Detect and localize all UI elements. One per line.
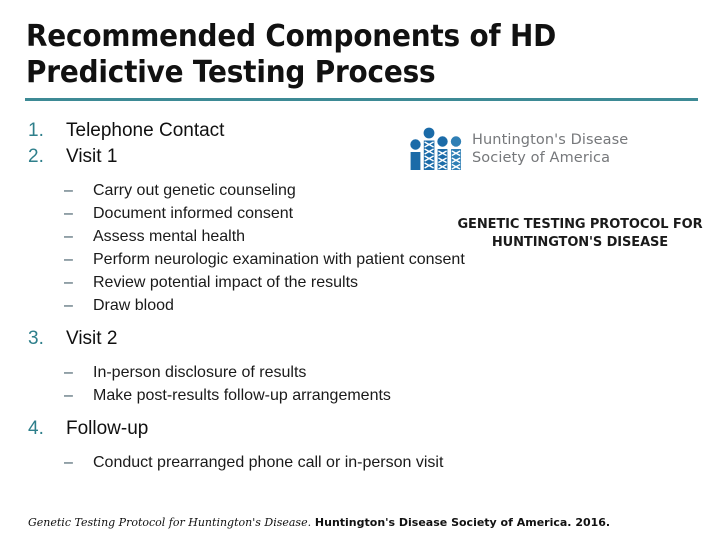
outline-item-level2: – Conduct prearranged phone call or in-pe… [0,451,720,474]
hdsa-wordmark-text: Huntington's Disease Society of America [472,132,629,166]
list-dash-marker: – [64,205,73,222]
list-dash-marker: – [64,297,73,314]
outline-item-text: Visit 1 [66,146,118,167]
outline-item-text: Carry out genetic counseling [93,182,296,199]
outline-spacer [0,442,720,451]
list-dash-marker: – [64,364,73,381]
title-divider-rule [25,98,698,101]
outline-item-text: Review potential impact of the results [93,274,359,291]
page-title: Recommended Components of HD Predictive … [26,19,566,90]
list-dash-marker: – [64,228,73,245]
list-dash-marker: – [64,274,73,291]
hdsa-logo: Huntington's Disease Society of America [408,126,638,174]
outline-item-text: Conduct prearranged phone call or in-per… [93,454,444,471]
outline-item-text: Follow-up [66,418,149,439]
outline-item-level2: – Make post-results follow-up arrangement… [0,384,720,407]
list-dash-marker: – [64,251,73,268]
outline-spacer [0,352,720,361]
hdsa-people-logo-icon [410,127,462,170]
protocol-document-heading: GENETIC TESTING PROTOCOL FOR HUNTINGTON'… [457,217,703,250]
list-number-marker: 4. [28,418,44,439]
list-dash-marker: – [64,387,73,404]
outline-spacer [0,317,720,326]
citation-title: Genetic Testing Protocol for Huntington'… [28,516,312,529]
list-dash-marker: – [64,454,73,471]
source-citation: Genetic Testing Protocol for Huntington'… [28,515,610,531]
outline-item-text: Assess mental health [93,228,246,245]
outline-item-level2: – Draw blood [0,294,720,317]
outline-item-text: Make post-results follow-up arrangements [93,387,391,404]
citation-publisher: Huntington's Disease Society of America.… [311,516,611,529]
outline-spacer [0,407,720,416]
outline-item-text: Document informed consent [93,205,294,222]
list-number-marker: 3. [28,328,44,349]
outline-item-text: In-person disclosure of results [93,364,307,381]
outline-item-level2: – Review potential impact of the results [0,271,720,294]
list-dash-marker: – [64,182,73,199]
outline-item-text: Telephone Contact [66,120,225,141]
outline-item-level2: – Carry out genetic counseling [0,179,720,202]
outline-item-text: Perform neurologic examination with pati… [93,251,465,268]
outline-item-text: Visit 2 [66,328,118,349]
outline-item-level1: 3. Visit 2 [0,326,720,352]
list-number-marker: 1. [28,120,44,141]
outline-item-level1: 4. Follow-up [0,416,720,442]
list-number-marker: 2. [28,146,44,167]
outline-item-text: Draw blood [93,297,174,314]
outline-item-level2: – In-person disclosure of results [0,361,720,384]
